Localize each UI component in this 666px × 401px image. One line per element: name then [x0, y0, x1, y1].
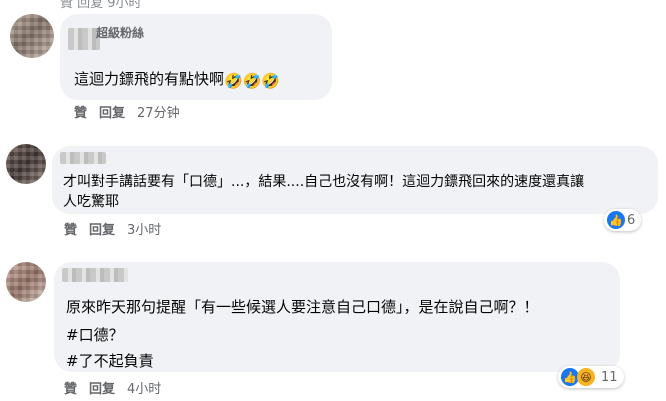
- like-button[interactable]: 贊: [64, 219, 77, 238]
- comment-text-line: 原來昨天那句提醒「有一些候選人要注意自己口德」，是在說自己啊？！: [66, 298, 539, 316]
- previous-comment-actions: 贊 回复 9小时: [60, 0, 142, 11]
- reaction-summary[interactable]: 👍 6: [604, 209, 642, 231]
- reply-button[interactable]: 回复: [89, 378, 115, 397]
- comment-actions: 贊 回复 4小时: [64, 378, 161, 397]
- reaction-summary[interactable]: 👍 😆 11: [558, 366, 624, 388]
- reply-button[interactable]: 回复: [89, 219, 115, 238]
- laughing-emoji-icon: 🤣: [224, 72, 243, 90]
- comment-text: 原來昨天那句提醒「有一些候選人要注意自己口德」，是在說自己啊？！ #口德？ #了…: [66, 294, 616, 374]
- reply-button[interactable]: 回复: [99, 102, 125, 121]
- avatar[interactable]: [10, 14, 54, 58]
- avatar[interactable]: [6, 144, 46, 184]
- commenter-name[interactable]: [60, 152, 106, 164]
- comment-actions: 贊 回复 3小时: [64, 219, 161, 238]
- comment-text-line: 人吃驚耶: [63, 194, 119, 210]
- reaction-count: 6: [627, 212, 636, 228]
- avatar[interactable]: [6, 262, 46, 302]
- comment-text: 這迴力鏢飛的有點快啊🤣🤣🤣: [74, 68, 280, 92]
- top-fan-badge: 超級粉絲: [96, 26, 145, 40]
- comment-actions: 贊 回复 27分钟: [74, 102, 180, 121]
- haha-reaction-icon: 😆: [577, 368, 595, 386]
- comment-text: 才叫對手講話要有「口德」...，結果....自己也沒有啊！這迴力鏢飛回來的速度還…: [63, 172, 648, 212]
- commenter-name[interactable]: [62, 268, 128, 282]
- laughing-emoji-icon: 🤣: [242, 72, 262, 90]
- like-reaction-icon: 👍: [607, 211, 625, 229]
- timestamp[interactable]: 3小时: [127, 219, 161, 238]
- reaction-count: 11: [601, 369, 618, 385]
- hashtag-link[interactable]: #口德？: [66, 322, 616, 348]
- like-button[interactable]: 贊: [64, 378, 77, 397]
- timestamp[interactable]: 4小时: [127, 378, 161, 397]
- laughing-emoji-icon: 🤣: [261, 72, 281, 90]
- comment-text-line: 才叫對手講話要有「口德」...，結果....自己也沒有啊！這迴力鏢飛回來的速度還…: [63, 174, 585, 190]
- like-button[interactable]: 贊: [74, 102, 87, 121]
- timestamp[interactable]: 27分钟: [137, 102, 180, 121]
- comment-text-body: 這迴力鏢飛的有點快啊: [74, 70, 225, 88]
- hashtag-link[interactable]: #了不起負責: [66, 348, 616, 374]
